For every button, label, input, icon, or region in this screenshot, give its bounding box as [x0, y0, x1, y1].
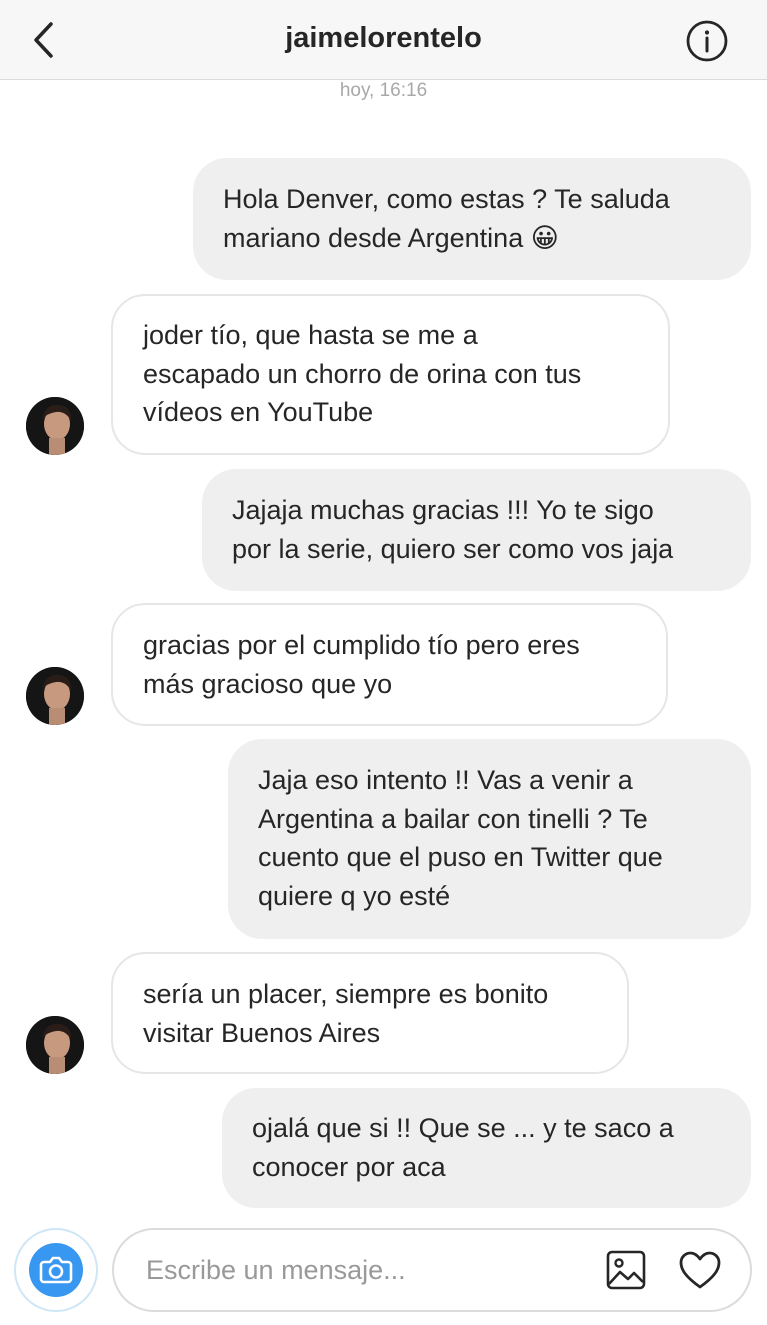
sent-message[interactable]: Jaja eso intento !! Vas a venir a Argent… [228, 739, 751, 939]
image-gallery-icon [606, 1250, 646, 1290]
received-message[interactable]: joder tío, que hasta se me a escapado un… [111, 294, 670, 455]
sent-message[interactable]: Hola Denver, como estas ? Te saluda mari… [193, 158, 751, 280]
gallery-button[interactable] [604, 1248, 648, 1292]
avatar[interactable] [26, 667, 84, 725]
heart-icon [679, 1251, 721, 1289]
camera-button[interactable] [14, 1228, 98, 1312]
avatar[interactable] [26, 397, 84, 455]
sent-message[interactable]: ojalá que si !! Que se ... y te saco a c… [222, 1088, 751, 1208]
avatar[interactable] [26, 1016, 84, 1074]
info-circle-icon [686, 20, 728, 62]
message-input[interactable] [146, 1248, 586, 1292]
like-button[interactable] [676, 1246, 724, 1294]
camera-icon [39, 1256, 73, 1284]
info-button[interactable] [684, 18, 730, 64]
sent-message[interactable]: Jajaja muchas gracias !!! Yo te sigo por… [202, 469, 751, 591]
conversation-username[interactable]: jaimelorentelo [0, 22, 767, 55]
chat-header: jaimelorentelo [0, 0, 767, 80]
profile-photo [26, 397, 84, 455]
received-message[interactable]: gracias por el cumplido tío pero eres má… [111, 603, 668, 726]
camera-button-fill [29, 1243, 83, 1297]
received-message[interactable]: sería un placer, siempre es bonito visit… [111, 952, 629, 1074]
profile-photo [26, 667, 84, 725]
message-timestamp: hoy, 16:16 [339, 80, 428, 101]
message-composer [112, 1228, 752, 1312]
profile-photo [26, 1016, 84, 1074]
